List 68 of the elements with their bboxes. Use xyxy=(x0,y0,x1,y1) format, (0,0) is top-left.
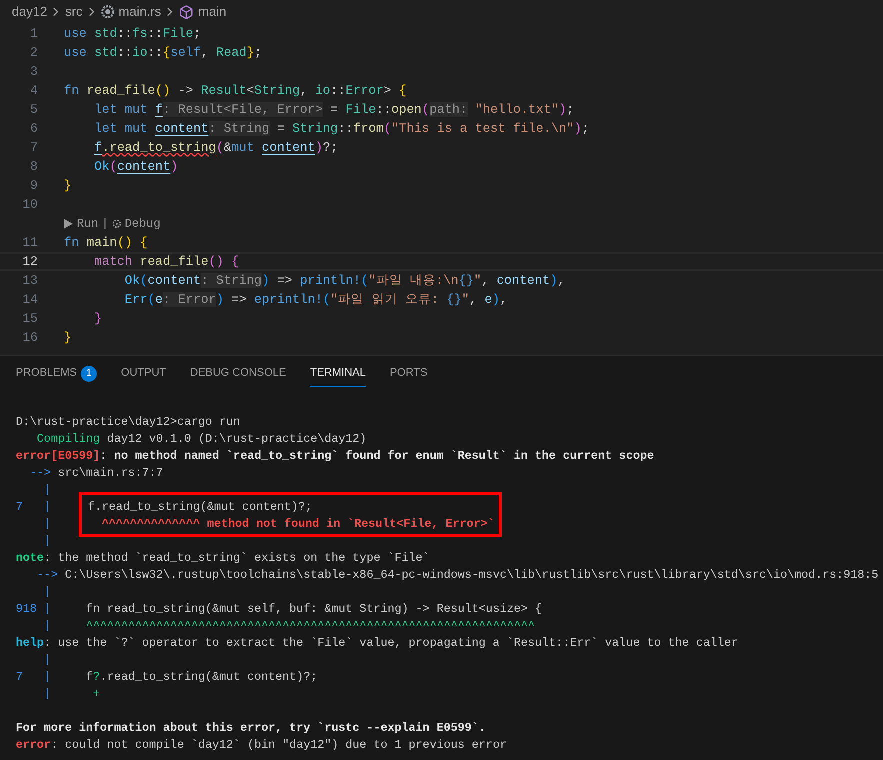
line-number: 7 xyxy=(29,138,38,157)
breadcrumb-item[interactable]: main xyxy=(198,2,227,22)
terminal-line: --> C:\Users\lsw32\.rustup\toolchains\stable-x86_64-pc-windows-msvc\lib\rustlib\src\rust\library\std\src\io\mod.rs:918:5 xyxy=(36,567,879,584)
terminal-line: For more information about this error, try `rustc --explain E0599`. xyxy=(16,720,486,737)
line-number: 14 xyxy=(22,290,38,309)
line-number: 11 xyxy=(22,234,38,252)
terminal-line: | + xyxy=(43,686,100,703)
breadcrumb-item[interactable]: main.rs xyxy=(118,2,162,22)
code-text: fn main() { xyxy=(64,234,148,252)
line-number: 15 xyxy=(22,310,38,328)
code-text: Err(e: Error) => eprintln!("파일 읽기 오류: {}", e), xyxy=(124,290,508,309)
terminal-line: note: the method `read_to_string` exists on the type `File` xyxy=(16,550,430,567)
line-number: 1 xyxy=(29,24,38,43)
terminal-gutter: | xyxy=(43,516,52,533)
terminal-line: 918 | fn read_to_string(&mut self, buf: &mut String) -> Result<usize> { xyxy=(16,601,542,618)
code-text: let mut f: Result<File, Error> = File::open(path: "hello.txt"); xyxy=(93,100,574,119)
debug-link[interactable]: Debug xyxy=(124,214,161,232)
line-number: 12 xyxy=(22,252,38,271)
terminal-line: ^^^^^^^^^^^^^^ method not found in `Result<File, Error>` xyxy=(101,516,495,533)
terminal-line: D:\rust-practice\day12>cargo run xyxy=(16,414,240,431)
terminal-line: | xyxy=(43,533,52,550)
terminal-line: --> src\main.rs:7:7 xyxy=(29,465,164,482)
line-number: 8 xyxy=(29,158,38,176)
code-text: match read_file() { xyxy=(93,252,240,271)
line-number: 9 xyxy=(29,176,38,195)
line-number: 3 xyxy=(29,62,38,81)
code-text: } xyxy=(64,328,72,347)
panel-tab[interactable]: PORTS xyxy=(390,361,428,387)
code-text: Ok(content: String) => println!("파일 내용:\n{}", content), xyxy=(124,272,566,290)
terminal-line: error: could not compile `day12` (bin "day12") due to 1 previous error xyxy=(16,737,507,754)
line-number: 6 xyxy=(29,120,38,138)
code-text: use std::io::{self, Read}; xyxy=(64,44,262,62)
terminal-line: | xyxy=(43,652,52,669)
code-text: } xyxy=(64,176,72,195)
line-number: 13 xyxy=(22,272,38,290)
breadcrumb-item[interactable]: day12 xyxy=(12,2,48,22)
panel-tab[interactable]: TERMINAL xyxy=(310,361,366,387)
line-number: 4 xyxy=(29,82,38,100)
count-badge: 1 xyxy=(81,366,98,382)
line-number: 16 xyxy=(22,328,38,347)
panel-tab[interactable]: OUTPUT xyxy=(121,361,166,387)
line-number: 10 xyxy=(22,196,38,214)
terminal-line: 7 | f?.read_to_string(&mut content)?; xyxy=(16,669,318,686)
code-text: let mut content: String = String::from("This is a test file.\n"); xyxy=(93,120,590,138)
terminal-line: f.read_to_string(&mut content)?; xyxy=(88,499,314,516)
terminal-line: | xyxy=(43,482,52,499)
code-text: f.read_to_string(&mut content)?; xyxy=(93,138,338,157)
codelens-separator: | xyxy=(102,216,109,232)
rust-file-icon xyxy=(100,5,115,19)
terminal-line: | ^^^^^^^^^^^^^^^^^^^^^^^^^^^^^^^^^^^^^^^^^^^^^^^^^^^^^^^^^^^^^^^^ xyxy=(43,618,536,635)
terminal-line: | xyxy=(43,584,52,601)
play-icon xyxy=(64,218,73,228)
line-number: 2 xyxy=(29,44,38,62)
breadcrumb-item[interactable]: src xyxy=(65,2,83,22)
line-number: 5 xyxy=(29,100,38,119)
gear-icon xyxy=(112,218,122,228)
panel-tab[interactable]: PROBLEMS 1 xyxy=(16,361,98,387)
terminal-gutter: 7 | xyxy=(16,499,52,516)
cube-icon xyxy=(179,4,194,20)
run-link[interactable]: Run xyxy=(77,214,99,232)
code-text: } xyxy=(93,310,102,328)
code-text: Ok(content) xyxy=(93,158,178,176)
terminal-line: error[E0599]: no method named `read_to_string` found for enum `Result` in the current scope xyxy=(16,448,654,465)
code-text: use std::fs::File; xyxy=(64,24,202,43)
terminal-line: Compiling day12 v0.1.0 (D:\rust-practice\day12) xyxy=(36,431,367,448)
code-text: fn read_file() -> Result<String, io::Error> { xyxy=(64,82,407,100)
panel-tab[interactable]: DEBUG CONSOLE xyxy=(190,361,286,387)
terminal-line: help: use the `?` operator to extract the `File` value, propagating a `Result::Err` value to the caller xyxy=(16,635,738,652)
